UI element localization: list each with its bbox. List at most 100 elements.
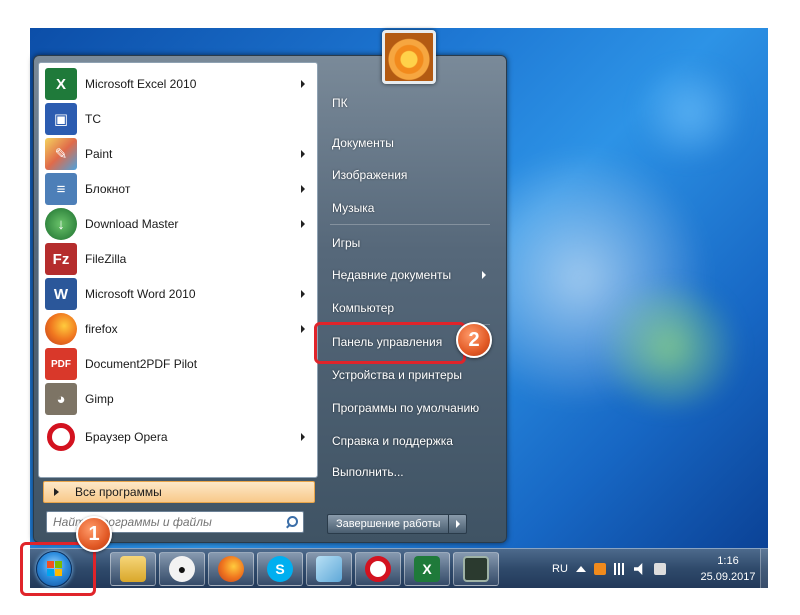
clock-date: 25.09.2017: [700, 571, 756, 583]
right-item-label: Изображения: [332, 168, 408, 182]
right-item-documents[interactable]: Документы: [324, 130, 494, 156]
program-label: Document2PDF Pilot: [85, 357, 198, 371]
excel-icon: X: [45, 68, 77, 100]
submenu-arrow-icon: [301, 80, 305, 88]
language-flag-icon[interactable]: [653, 563, 666, 575]
right-item-pc[interactable]: ПК: [324, 90, 494, 116]
program-item[interactable]: Fz FileZilla: [41, 242, 317, 276]
submenu-arrow-icon: [301, 150, 305, 158]
submenu-arrow-icon: [301, 185, 305, 193]
program-label: Paint: [85, 147, 113, 161]
notepad-icon: ≡: [45, 173, 77, 205]
arrow-right-icon: [455, 520, 460, 528]
right-item-label: Компьютер: [332, 301, 395, 315]
show-desktop-button[interactable]: [760, 549, 768, 589]
taskbar-panda-button[interactable]: ●: [159, 552, 205, 586]
volume-icon[interactable]: [633, 563, 643, 575]
panda-icon: ●: [169, 556, 195, 582]
right-item-label: Справка и поддержка: [332, 434, 453, 448]
wallpaper-glow: [590, 288, 750, 408]
word-icon: W: [45, 278, 77, 310]
all-programs-label: Все программы: [75, 485, 162, 499]
program-label: Блокнот: [85, 182, 131, 196]
program-item[interactable]: PDF Document2PDF Pilot: [41, 347, 317, 381]
right-item-recent-documents[interactable]: Недавние документы: [324, 262, 494, 288]
shutdown-button[interactable]: Завершение работы: [327, 514, 450, 534]
taskbar: ● S X RU 1:16 25.09.2017: [30, 548, 768, 589]
program-label: Download Master: [85, 217, 179, 231]
taskbar-skype-button[interactable]: S: [257, 552, 303, 586]
shutdown-group: Завершение работы: [327, 514, 468, 534]
submenu-arrow-icon: [301, 433, 305, 441]
clock[interactable]: 1:16 25.09.2017: [698, 553, 758, 585]
program-label: Microsoft Word 2010: [85, 287, 196, 301]
excel-icon: X: [414, 556, 440, 582]
network-icon[interactable]: [613, 563, 626, 575]
firefox-icon: [218, 556, 244, 582]
skype-icon: S: [267, 556, 293, 582]
system-tray: RU: [552, 549, 674, 589]
submenu-arrow-icon: [301, 290, 305, 298]
program-item[interactable]: W Microsoft Word 2010: [41, 277, 317, 311]
step-badge-2: 2: [456, 322, 492, 358]
search-icon[interactable]: [285, 516, 298, 528]
right-item-devices-printers[interactable]: Устройства и принтеры: [324, 362, 494, 388]
taskbar-excel-button[interactable]: X: [404, 552, 450, 586]
right-item-label: Документы: [332, 136, 394, 150]
program-item[interactable]: firefox: [41, 312, 317, 346]
filezilla-icon: Fz: [45, 243, 77, 275]
right-item-pictures[interactable]: Изображения: [324, 162, 494, 188]
shutdown-options-button[interactable]: [449, 514, 468, 534]
right-item-label: Недавние документы: [332, 268, 452, 282]
program-item[interactable]: ◕ Gimp: [41, 382, 317, 416]
control-panel-highlight: [314, 322, 466, 364]
program-item[interactable]: Браузер Opera: [41, 420, 317, 454]
program-label: TC: [85, 112, 101, 126]
download-master-icon: ↓: [45, 208, 77, 240]
clock-time: 1:16: [717, 555, 739, 567]
wallpaper-glow: [630, 68, 750, 158]
monitor-icon: [463, 556, 489, 582]
submenu-arrow-icon: [482, 271, 486, 279]
start-button-highlight: [20, 542, 96, 596]
right-item-run[interactable]: Выполнить...: [324, 459, 494, 485]
floppy-icon: ▣: [45, 103, 77, 135]
tray-expand-icon[interactable]: [575, 566, 586, 572]
submenu-arrow-icon: [301, 325, 305, 333]
right-item-label: Устройства и принтеры: [332, 368, 462, 382]
right-item-label: Выполнить...: [332, 465, 404, 479]
taskbar-monitor-button[interactable]: [453, 552, 499, 586]
program-item[interactable]: ✎ Paint: [41, 137, 317, 171]
right-item-default-programs[interactable]: Программы по умолчанию: [324, 395, 494, 421]
user-picture[interactable]: [382, 30, 436, 84]
program-label: firefox: [85, 322, 118, 336]
programs-pane: X Microsoft Excel 2010 ▣ TC ✎ Paint ≡ Бл…: [38, 62, 318, 503]
right-item-music[interactable]: Музыка: [324, 195, 494, 221]
menu-divider: [330, 224, 490, 225]
notepad-icon: [316, 556, 342, 582]
right-item-games[interactable]: Игры: [324, 230, 494, 256]
program-item[interactable]: ▣ TC: [41, 102, 317, 136]
taskbar-notepad-button[interactable]: [306, 552, 352, 586]
paint-icon: ✎: [45, 138, 77, 170]
right-item-help-support[interactable]: Справка и поддержка: [324, 428, 494, 454]
language-indicator[interactable]: RU: [552, 563, 568, 575]
all-programs-button[interactable]: Все программы: [43, 481, 315, 503]
taskbar-explorer-button[interactable]: [110, 552, 156, 586]
right-item-computer[interactable]: Компьютер: [324, 295, 494, 321]
program-item[interactable]: ≡ Блокнот: [41, 172, 317, 206]
opera-icon: [47, 423, 75, 451]
program-item[interactable]: X Microsoft Excel 2010: [41, 67, 317, 101]
submenu-arrow-icon: [301, 220, 305, 228]
step-badge-1: 1: [76, 516, 112, 552]
program-label: Microsoft Excel 2010: [85, 77, 197, 91]
tray-app-icon[interactable]: [593, 563, 606, 575]
opera-icon: [365, 556, 391, 582]
taskbar-firefox-button[interactable]: [208, 552, 254, 586]
arrow-right-icon: [54, 488, 59, 496]
right-item-label: ПК: [332, 96, 348, 110]
explorer-icon: [120, 556, 146, 582]
right-item-label: Программы по умолчанию: [332, 401, 480, 415]
program-item[interactable]: ↓ Download Master: [41, 207, 317, 241]
taskbar-opera-button[interactable]: [355, 552, 401, 586]
